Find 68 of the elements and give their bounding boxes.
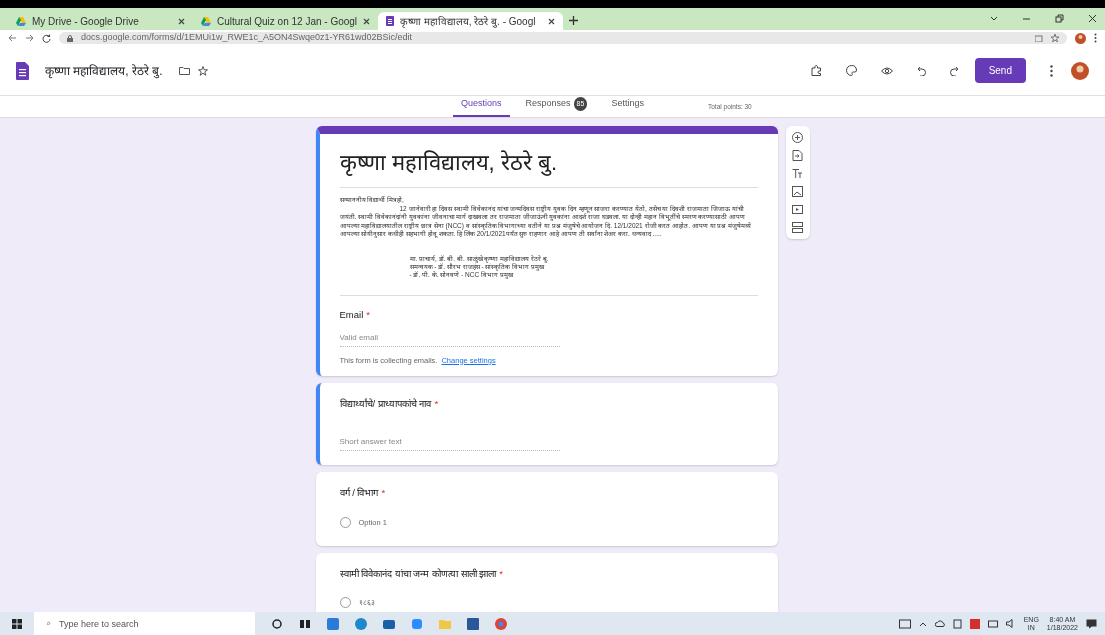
back-icon[interactable] [8, 34, 17, 42]
chevron-icon[interactable] [918, 620, 927, 627]
puzzle-icon[interactable] [810, 65, 822, 76]
answer-field[interactable]: Short answer text [339, 434, 560, 452]
star-icon[interactable] [197, 65, 208, 76]
reload-icon[interactable] [42, 33, 51, 43]
undo-icon[interactable] [916, 65, 926, 76]
restore-icon[interactable] [1055, 14, 1064, 23]
avatar-icon[interactable] [1071, 61, 1089, 80]
cloud-icon[interactable] [934, 620, 945, 627]
palette-icon[interactable] [845, 65, 857, 76]
form-heading[interactable]: कृष्णा महाविद्यालय, रेठरे बु. [339, 146, 758, 188]
required-mark: * [381, 486, 386, 501]
task-view-icon[interactable] [299, 617, 311, 630]
speaker-icon[interactable] [1005, 619, 1016, 628]
tray-app-icon[interactable] [969, 618, 980, 629]
drive-icon [16, 16, 26, 26]
new-tab-icon[interactable] [569, 16, 578, 25]
image-icon[interactable] [792, 186, 803, 197]
word-icon[interactable] [467, 617, 479, 630]
import-icon[interactable] [792, 150, 803, 161]
browser-tab[interactable]: My Drive - Google Drive [8, 12, 193, 30]
form-tab[interactable]: Settings [603, 92, 652, 117]
required-mark: * [499, 566, 504, 581]
address-bar[interactable]: docs.google.com/forms/d/1EMUi1w_RWE1c_A5ON4Swqe0z1-YR61wd02BSic/edit [59, 32, 1067, 44]
url-text: docs.google.com/forms/d/1EMUi1w_RWE1c_A5ON4Swqe0z1-YR61wd02BSic/edit [81, 31, 413, 45]
folder-icon[interactable] [178, 66, 190, 75]
email-label: Email [339, 307, 364, 322]
drive-icon [201, 16, 211, 26]
email-field[interactable]: Valid email [339, 329, 560, 347]
chrome-icon[interactable] [495, 617, 507, 630]
browser-tab[interactable]: Cultural Quiz on 12 Jan - Googl [193, 12, 378, 30]
question-title: विद्यार्थ्यांचे/ प्राध्यापकांचे नाव [339, 397, 432, 411]
video-icon[interactable] [792, 204, 803, 215]
cortana-icon[interactable] [271, 617, 283, 630]
question-title: वर्ग / विभाग [339, 486, 379, 501]
forms-logo-icon [16, 61, 29, 80]
close-icon[interactable] [363, 17, 370, 25]
forward-icon[interactable] [25, 34, 34, 42]
avatar-icon[interactable] [1075, 32, 1086, 44]
dropdown-icon[interactable] [990, 15, 998, 22]
app-icon[interactable] [327, 617, 339, 630]
send-button[interactable]: Send [974, 58, 1026, 83]
start-icon[interactable] [12, 618, 22, 629]
more-icon[interactable] [1050, 64, 1053, 77]
redo-icon[interactable] [949, 65, 959, 76]
forms-icon [386, 16, 394, 26]
taskbar-search-field[interactable]: Type here to search [55, 612, 255, 635]
keyboard-icon[interactable] [898, 618, 911, 629]
notification-icon[interactable] [1086, 618, 1097, 629]
question-title: स्वामी विवेकानंद यांचा जन्म कोणत्या साली झाला [339, 566, 497, 581]
chat-icon[interactable] [411, 617, 423, 630]
close-icon[interactable] [1088, 14, 1097, 23]
section-icon[interactable] [792, 222, 803, 233]
required-mark: * [434, 397, 439, 411]
star-icon[interactable] [1051, 34, 1059, 42]
close-icon[interactable] [548, 17, 555, 25]
lock-icon [67, 34, 73, 42]
add-icon[interactable] [792, 132, 803, 143]
title-icon[interactable] [792, 168, 803, 179]
edge-icon[interactable] [355, 617, 367, 630]
mail-icon[interactable] [383, 617, 395, 630]
close-icon[interactable] [178, 17, 185, 25]
required-mark: * [366, 307, 370, 322]
form-title[interactable]: कृष्णा महाविद्यालय, रेठरे बु. [45, 61, 163, 80]
eye-icon[interactable] [880, 66, 893, 75]
more-icon[interactable] [1094, 33, 1097, 43]
browser-tab[interactable]: कृष्णा महाविद्यालय, रेठरे बु. - Googl [378, 12, 563, 30]
